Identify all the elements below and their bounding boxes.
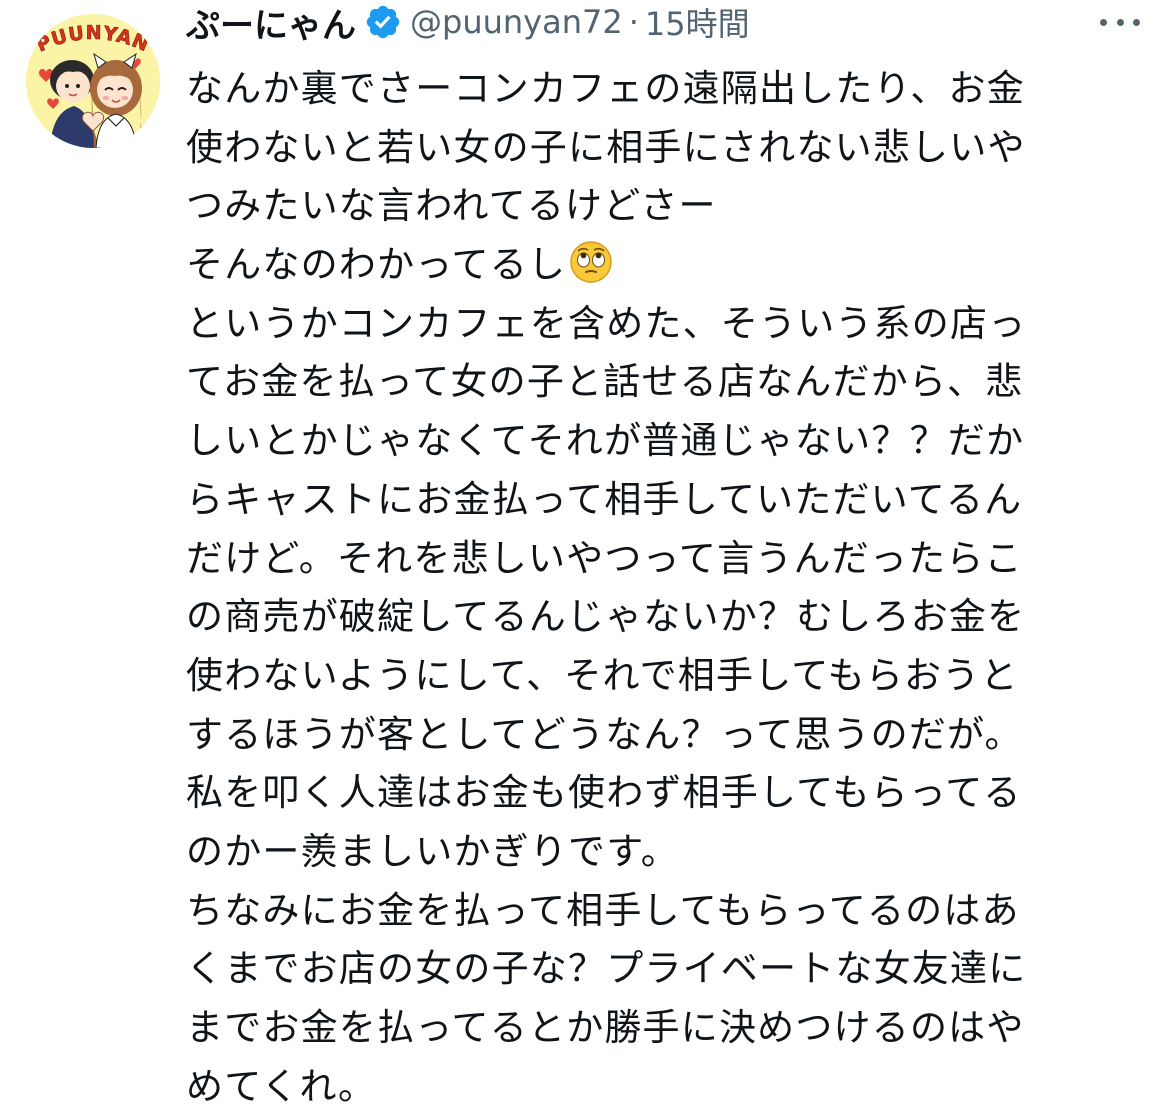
avatar-illustration: PUUNYAN bbox=[26, 14, 160, 148]
tweet-line: ちなみにお金を払って相手してもらってるのはあ bbox=[186, 888, 1020, 932]
tweet: PUUNYAN ぷーにゃん @puunyan72 · 15時間 なんか裏でさーコ… bbox=[0, 0, 1170, 1108]
tweet-line: だけど。それを悲しいやつって言うんだったらこ bbox=[186, 536, 1023, 580]
tweet-line: というかコンカフェを含めた、そういう系の店っ bbox=[186, 301, 1027, 345]
tweet-line: らキャストにお金払って相手していただいてるん bbox=[186, 477, 1023, 521]
tweet-line: のかー羨ましいかぎりです。 bbox=[186, 829, 679, 873]
tweet-line: 使わないと若い女の子に相手にされない悲しいや bbox=[186, 125, 1026, 169]
tweet-line: つみたいな言われてるけどさー bbox=[186, 184, 717, 228]
user-handle[interactable]: @puunyan72 bbox=[410, 3, 623, 41]
tweet-line: までお金を払ってるとか勝手に決めつけるのはや bbox=[186, 1006, 1025, 1049]
tweet-line: 使わないようにして、それで相手してもらおうと bbox=[186, 653, 1019, 697]
tweet-text: なんか裏でさーコンカフェの遠隔出したり、お金 使わないと若い女の子に相手にされな… bbox=[186, 60, 1116, 1116]
verified-badge-icon bbox=[364, 3, 402, 41]
tweet-line: なんか裏でさーコンカフェの遠隔出したり、お金 bbox=[186, 67, 1025, 110]
tweet-header: ぷーにゃん @puunyan72 · 15時間 bbox=[186, 0, 1146, 47]
timestamp[interactable]: 15時間 bbox=[645, 0, 750, 45]
more-options-icon[interactable] bbox=[1100, 10, 1140, 34]
tweet-line: めてくれ。 bbox=[186, 1064, 377, 1108]
separator-dot: · bbox=[628, 3, 639, 41]
tweet-line: てお金を払って女の子と話せる店なんだから、悲 bbox=[186, 360, 1024, 404]
face-with-rolling-eyes-emoji bbox=[568, 239, 614, 285]
tweet-line-with-emoji: そんなのわかってるし bbox=[186, 236, 1116, 295]
tweet-line: くまでお店の女の子な？プライベートな女友達に bbox=[186, 947, 1027, 991]
tweet-line: そんなのわかってるし bbox=[186, 243, 567, 287]
tweet-line: 私を叩く人達はお金も使わず相手してもらってる bbox=[186, 771, 1022, 815]
tweet-line: の商売が破綻してるんじゃないか？むしろお金を bbox=[186, 595, 1026, 639]
tweet-line: しいとかじゃなくてそれが普通じゃない？？だか bbox=[186, 419, 1025, 463]
avatar[interactable]: PUUNYAN bbox=[26, 14, 160, 148]
display-name[interactable]: ぷーにゃん bbox=[186, 0, 356, 47]
tweet-line: するほうが客としてどうなん？って思うのだが。 bbox=[186, 712, 1023, 756]
